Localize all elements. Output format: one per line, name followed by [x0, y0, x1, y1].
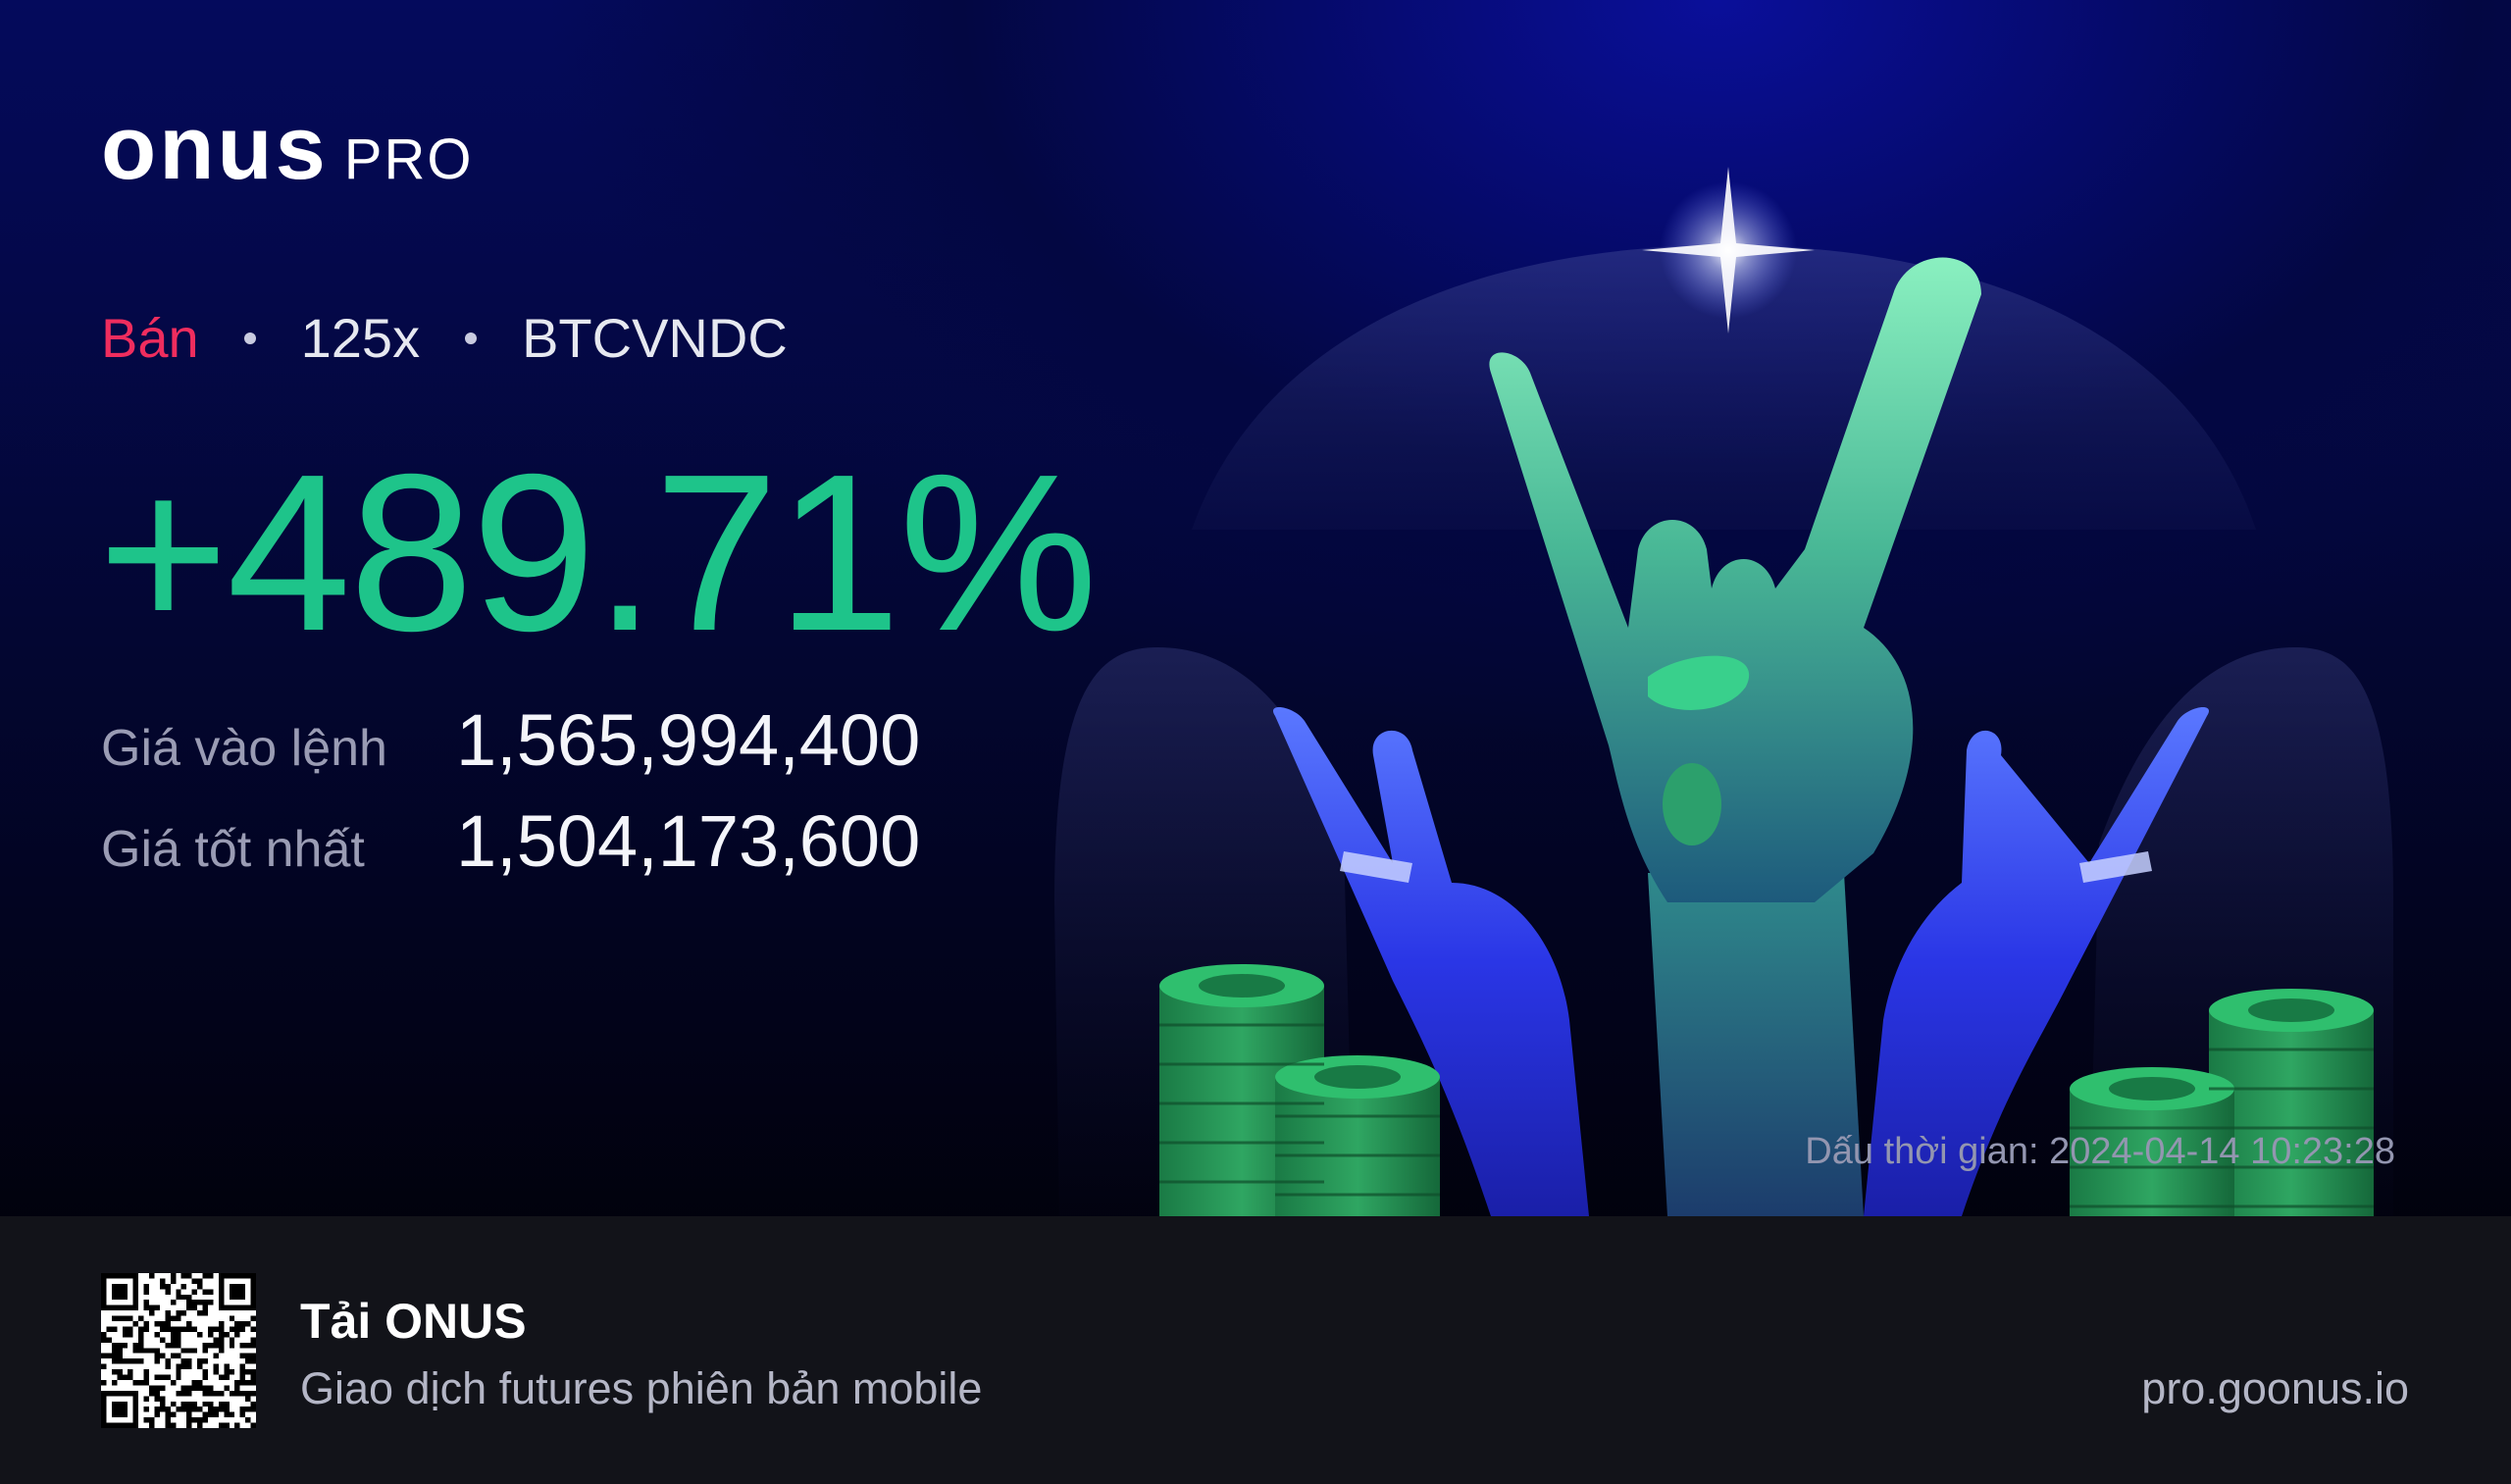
trade-side: Bán	[101, 307, 199, 369]
entry-price-label: Giá vào lệnh	[101, 720, 387, 777]
app-download-subtitle: Giao dịch futures phiên bản mobile	[300, 1363, 983, 1413]
separator-dot	[243, 333, 256, 345]
logo-wordmark: onus	[101, 98, 329, 198]
separator-dot	[465, 333, 478, 345]
pnl-share-card: onus PRO Bán 125x BTCVNDC +489.71% Giá vào …	[0, 0, 2511, 1484]
qr-code-icon[interactable]	[101, 1273, 256, 1428]
best-price-row: Giá tốt nhất 1,504,173,600	[101, 799, 920, 883]
best-price-value: 1,504,173,600	[456, 800, 921, 882]
hero-section: onus PRO Bán 125x BTCVNDC +489.71% Giá vào …	[0, 0, 2511, 1216]
trade-meta: Bán 125x BTCVNDC	[101, 304, 788, 373]
website-link[interactable]: pro.goonus.io	[2141, 1363, 2409, 1414]
best-price-label: Giá tốt nhất	[101, 821, 365, 878]
timestamp: Dấu thời gian: 2024-04-14 10:23:28	[1805, 1131, 2395, 1172]
app-download-title: Tải ONUS	[300, 1294, 527, 1349]
footer-bar	[0, 1216, 2511, 1484]
entry-price-row: Giá vào lệnh 1,565,994,400	[101, 698, 920, 782]
entry-price-value: 1,565,994,400	[456, 699, 921, 781]
roi-percentage: +489.71%	[98, 429, 1098, 678]
coin-stack-left-front	[1275, 1055, 1440, 1216]
leverage: 125x	[300, 307, 421, 369]
onus-pro-logo: onus PRO	[101, 103, 473, 193]
trading-pair: BTCVNDC	[522, 307, 788, 369]
logo-suffix: PRO	[343, 128, 474, 191]
